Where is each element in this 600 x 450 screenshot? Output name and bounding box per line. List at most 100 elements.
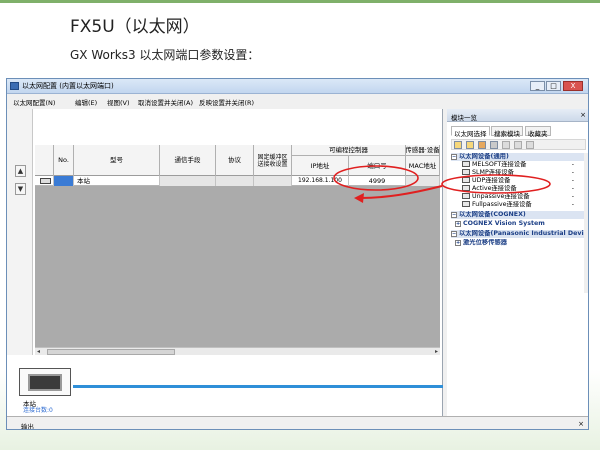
slide-accent-bar	[0, 0, 600, 3]
cell-fixed-buffer[interactable]	[254, 176, 292, 186]
header-comm: 通信手段	[160, 145, 216, 176]
minimize-button[interactable]: _	[530, 81, 545, 91]
tree-category-label: 以太网设备(Panasonic Industrial Devi	[459, 230, 584, 237]
row-move-gutter: ▲ ▼	[7, 109, 33, 355]
device-icon	[462, 177, 470, 183]
menu-cancel-close[interactable]: 取消设置并关闭(A)	[138, 97, 193, 107]
cell-model[interactable]: 本站	[74, 176, 160, 186]
network-line	[73, 385, 443, 388]
expand-icon[interactable]: +	[455, 221, 461, 227]
maximize-button[interactable]: □	[546, 81, 561, 91]
module-panel-vscrollbar[interactable]	[584, 153, 588, 293]
tab-ethernet-select[interactable]: 以太网选择	[451, 126, 490, 138]
collapse-icon[interactable]: −	[451, 154, 457, 160]
tree-item-slmp[interactable]: SLMP连接设备 -	[451, 169, 586, 177]
tree-sub-label: 激光位移传感器	[463, 239, 508, 246]
module-panel-toolbar	[451, 139, 586, 150]
slide-subtitle: GX Works3 以太网端口参数设置：	[70, 48, 260, 62]
tree-item-dash: -	[571, 177, 574, 184]
tree-item-unpassive[interactable]: Unpassive连接设备 -	[451, 193, 586, 201]
config-pane: ▲ ▼ No. 型号 通信手段 协议 固定缓冲区 送接收设置 可编程控制器 IP…	[7, 109, 443, 430]
cell-comm[interactable]	[160, 176, 216, 186]
output-label: 输出	[21, 423, 34, 430]
device-icon	[462, 193, 470, 199]
module-list-panel: 模块一览 × 以太网选择 搜索模块 收藏夹 − 以太网设备(通用) MELSOFT…	[447, 109, 588, 429]
tree-item-label: MELSOFT连接设备	[472, 161, 527, 168]
plc-icon	[28, 374, 62, 391]
toolbar-folder2-icon[interactable]	[466, 141, 474, 149]
station-connected-count: 连接台数:0	[23, 407, 53, 414]
toolbar-folder-icon[interactable]	[454, 141, 462, 149]
module-panel-close-icon[interactable]: ×	[580, 111, 586, 119]
header-icon-col	[35, 145, 54, 176]
tree-category-cognex[interactable]: − 以太网设备(COGNEX)	[451, 211, 586, 219]
tree-item-dash: -	[571, 201, 574, 208]
tree-category-panasonic[interactable]: − 以太网设备(Panasonic Industrial Devi	[451, 230, 586, 238]
module-panel-titlebar: 模块一览 ×	[447, 109, 588, 122]
ethernet-config-window: 以太网配置 (内置以太网端口) _ □ X 以太网配置(N) 编辑(E) 视图(…	[6, 78, 589, 430]
tree-sub-cognex-vision[interactable]: + COGNEX Vision System	[451, 220, 586, 228]
tree-item-fullpassive[interactable]: Fullpassive连接设备 -	[451, 201, 586, 209]
tree-category-label: 以太网设备(COGNEX)	[459, 211, 526, 218]
move-down-button[interactable]: ▼	[15, 183, 26, 195]
window-title: 以太网配置 (内置以太网端口)	[22, 82, 114, 90]
tree-item-active[interactable]: Active连接设备 -	[451, 185, 586, 193]
tab-search-module[interactable]: 搜索模块	[491, 126, 523, 138]
scroll-right-icon[interactable]: ▸	[435, 348, 438, 355]
tree-item-label: Active连接设备	[472, 185, 517, 192]
header-plc-group: 可编程控制器	[292, 145, 406, 156]
tree-item-dash: -	[571, 169, 574, 176]
table-hscrollbar[interactable]: ◂ ▸	[35, 347, 440, 355]
tree-item-dash: -	[571, 161, 574, 168]
device-icon	[462, 161, 470, 167]
tree-sub-laser-sensor[interactable]: + 激光位移传感器	[451, 239, 586, 247]
tree-item-label: Fullpassive连接设备	[472, 201, 532, 208]
menu-view[interactable]: 视图(V)	[107, 97, 130, 107]
tree-category-general[interactable]: − 以太网设备(通用)	[451, 153, 586, 161]
tree-item-label: Unpassive连接设备	[472, 193, 530, 200]
toolbar-delete-icon[interactable]	[526, 141, 534, 149]
table-header: No. 型号 通信手段 协议 固定缓冲区 送接收设置 可编程控制器 IP地址 端…	[35, 145, 440, 176]
slide-title: FX5U（以太网）	[70, 17, 200, 37]
menu-edit[interactable]: 编辑(E)	[75, 97, 97, 107]
cell-port[interactable]: 4999	[349, 176, 406, 186]
toolbar-back-icon[interactable]	[502, 141, 510, 149]
cell-protocol[interactable]	[216, 176, 254, 186]
move-up-button[interactable]: ▲	[15, 165, 26, 177]
scroll-thumb[interactable]	[47, 349, 175, 355]
table-row[interactable]: 本站 192.168.1.100 4999	[35, 176, 440, 186]
expand-icon[interactable]: +	[455, 240, 461, 246]
toolbar-forward-icon[interactable]	[514, 141, 522, 149]
network-hscrollbar[interactable]	[74, 429, 443, 430]
window-titlebar[interactable]: 以太网配置 (内置以太网端口) _ □ X	[7, 79, 588, 94]
cell-ip[interactable]: 192.168.1.100	[292, 176, 349, 186]
cell-mac[interactable]	[406, 176, 440, 186]
app-icon	[10, 82, 19, 90]
menu-bar: 以太网配置(N) 编辑(E) 视图(V) 取消设置并关闭(A) 反映设置并关闭(…	[7, 95, 447, 107]
tree-item-label: SLMP连接设备	[472, 169, 514, 176]
cell-no[interactable]	[54, 176, 74, 186]
menu-ethernet-config[interactable]: 以太网配置(N)	[13, 97, 55, 107]
menu-apply-close[interactable]: 反映设置并关闭(R)	[199, 97, 254, 107]
scroll-left-icon[interactable]: ◂	[37, 348, 40, 355]
module-panel-title: 模块一览	[451, 114, 477, 122]
collapse-icon[interactable]: −	[451, 212, 457, 218]
close-button[interactable]: X	[563, 81, 583, 91]
header-no: No.	[54, 145, 74, 176]
device-icon	[462, 169, 470, 175]
tree-item-melsoft[interactable]: MELSOFT连接设备 -	[451, 161, 586, 169]
output-close-icon[interactable]: ×	[578, 420, 584, 428]
header-fixed-buffer: 固定缓冲区 送接收设置	[254, 145, 292, 176]
station-device[interactable]	[19, 368, 71, 396]
toolbar-star-icon[interactable]	[490, 141, 498, 149]
header-ip: IP地址	[292, 156, 349, 176]
header-protocol: 协议	[216, 145, 254, 176]
device-icon	[462, 201, 470, 207]
toolbar-tool-icon[interactable]	[478, 141, 486, 149]
tree-sub-label: COGNEX Vision System	[463, 220, 545, 227]
tab-favorites[interactable]: 收藏夹	[525, 126, 551, 138]
tree-item-udp[interactable]: UDP连接设备 -	[451, 177, 586, 185]
collapse-icon[interactable]: −	[451, 231, 457, 237]
tree-item-dash: -	[571, 193, 574, 200]
device-icon	[462, 185, 470, 191]
